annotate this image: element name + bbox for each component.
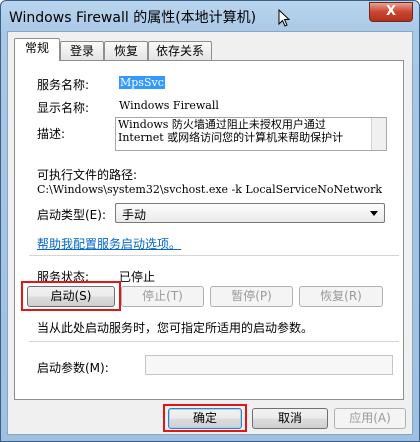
service-name-value[interactable]: MpsSvc (119, 76, 165, 89)
start-params-label: 启动参数(M): (37, 361, 109, 375)
tab-dependencies[interactable]: 依存关系 (148, 41, 212, 60)
executable-path-value[interactable]: C:\Windows\system32\svchost.exe -k Local… (37, 183, 382, 196)
separator (29, 255, 399, 256)
mouse-cursor-icon (278, 9, 290, 27)
chevron-down-icon (370, 211, 378, 216)
service-status-value: 已停止 (119, 270, 156, 284)
tab-recovery[interactable]: 恢复 (104, 41, 148, 60)
startup-type-label: 启动类型(E): (37, 208, 106, 222)
general-tab-panel: 服务名称: MpsSvc 显示名称: Windows Firewall 描述: … (14, 60, 404, 400)
description-box[interactable]: Windows 防火墙通过阻止未授权用户通过 Internet 或网络访问您的计… (115, 117, 387, 151)
description-line-1: Windows 防火墙通过阻止未授权用户通过 (118, 118, 326, 131)
properties-window: Windows Firewall 的属性(本地计算机) X 常规 登录 恢复 依… (0, 0, 420, 442)
tab-logon[interactable]: 登录 (60, 41, 104, 60)
separator (29, 341, 399, 342)
window-title: Windows Firewall 的属性(本地计算机) (9, 10, 257, 26)
pause-service-button[interactable]: 暂停(P) (210, 286, 293, 307)
title-bar[interactable]: Windows Firewall 的属性(本地计算机) X (1, 1, 419, 31)
ok-button[interactable]: 确定 (168, 408, 242, 429)
display-name-label: 显示名称: (37, 101, 90, 115)
description-label: 描述: (37, 127, 66, 141)
executable-path-label: 可执行文件的路径: (37, 168, 138, 182)
description-scrollbar[interactable] (371, 118, 386, 150)
dialog-client-area: 常规 登录 恢复 依存关系 服务名称: MpsSvc 显示名称: Windows… (7, 31, 413, 435)
apply-button[interactable]: 应用(A) (334, 408, 406, 429)
start-params-input[interactable] (145, 355, 393, 375)
start-service-button[interactable]: 启动(S) (27, 286, 115, 307)
stop-service-button[interactable]: 停止(T) (121, 286, 204, 307)
description-line-2: Internet 或网络访问您的计算机来帮助保护计 (118, 131, 344, 144)
service-name-label: 服务名称: (37, 78, 90, 92)
service-name-text[interactable]: MpsSvc (119, 76, 165, 89)
display-name-value[interactable]: Windows Firewall (119, 99, 219, 112)
startup-help-link[interactable]: 帮助我配置服务启动选项。 (37, 235, 181, 252)
cancel-button[interactable]: 取消 (252, 408, 328, 429)
startup-type-dropdown[interactable]: 手动 (115, 203, 385, 223)
close-button[interactable]: X (369, 2, 413, 22)
startup-type-value: 手动 (122, 208, 147, 222)
start-params-hint: 当从此处启动服务时，您可指定所适用的启动参数。 (37, 321, 314, 335)
tab-general[interactable]: 常规 (14, 38, 60, 61)
resume-service-button[interactable]: 恢复(R) (299, 286, 383, 307)
